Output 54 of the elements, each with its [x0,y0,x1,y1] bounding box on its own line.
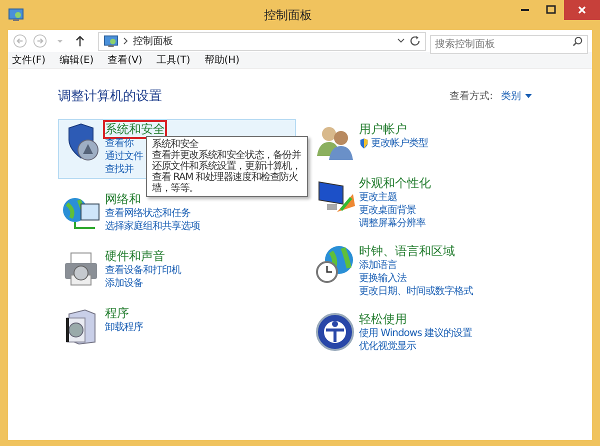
chevron-right-icon [123,37,129,45]
window-title: 控制面板 [263,6,313,24]
task-link[interactable]: 调整屏幕分辨率 [359,217,426,230]
refresh-icon[interactable] [409,35,421,47]
task-link[interactable]: 使用 Windows 建议的设置 [359,327,472,340]
control-panel-icon [103,34,119,48]
category-link[interactable]: 用户帐户 [359,122,407,137]
menu-item[interactable]: 编辑(E) [60,53,94,67]
task-link[interactable]: 更改主题 [359,191,397,204]
task-link[interactable]: 通过文件 [105,150,143,163]
close-icon [577,5,587,15]
task-link[interactable]: 添加语言 [359,259,397,272]
task-link[interactable]: 更换输入法 [359,272,406,285]
minimize-icon [521,9,529,11]
task-link[interactable]: 更改日期、时间或数字格式 [359,285,473,298]
search-icon[interactable] [572,36,583,46]
menu-item[interactable]: 工具(T) [156,53,190,67]
view-by-dropdown[interactable]: 类别 [501,89,532,103]
task-link[interactable]: 选择家庭组和共享选项 [105,220,200,233]
caret-icon [525,94,532,98]
task-link[interactable]: 优化视觉显示 [359,340,416,353]
task-link[interactable]: 添加设备 [105,277,143,290]
control-panel-icon [8,8,24,22]
maximize-icon [546,5,556,15]
task-link[interactable]: 查看设备和打印机 [105,264,181,277]
task-link[interactable]: 卸载程序 [105,321,143,334]
category-link[interactable]: 轻松使用 [359,312,407,327]
chevron-down-icon[interactable] [397,38,405,44]
search-field[interactable]: 搜索控制面板 [430,34,588,54]
category-link[interactable]: 硬件和声音 [105,249,165,264]
menu-item[interactable]: 帮助(H) [204,53,240,67]
tooltip-title: 系统和安全 [152,139,199,150]
task-link[interactable]: 更改帐户类型 [359,137,428,150]
shield-icon [359,138,369,149]
category-link[interactable]: 程序 [105,306,129,321]
category-link[interactable]: 系统和安全 [105,122,165,137]
task-link[interactable]: 查看你 [105,137,134,150]
tooltip-text: 查看并更改系统和安全状态，备份并还原文件和系统设置，更新计算机，查看 RAM 和处理器速度和检查防火墙，等等。 [152,150,302,194]
accessibility-icon[interactable] [315,312,355,352]
category-link[interactable]: 网络和 [105,192,141,207]
task-link[interactable]: 查找并 [105,163,134,176]
breadcrumb[interactable]: 控制面板 [133,34,173,48]
task-link[interactable]: 更改桌面背景 [359,204,416,217]
category-link[interactable]: 时钟、语言和区域 [359,244,455,259]
close-button[interactable] [564,0,600,20]
up-arrow-icon [73,34,87,48]
globe-clock-icon[interactable] [315,244,355,284]
menu-item[interactable]: 查看(V) [108,53,142,67]
address-bar[interactable]: 控制面板 [98,32,426,50]
menu-item[interactable]: 文件(F) [12,53,46,67]
page-heading: 调整计算机的设置 [58,88,162,105]
task-link[interactable]: 查看网络状态和任务 [105,207,190,220]
category-link[interactable]: 外观和个性化 [359,176,431,191]
view-by-label: 查看方式: [450,90,493,103]
